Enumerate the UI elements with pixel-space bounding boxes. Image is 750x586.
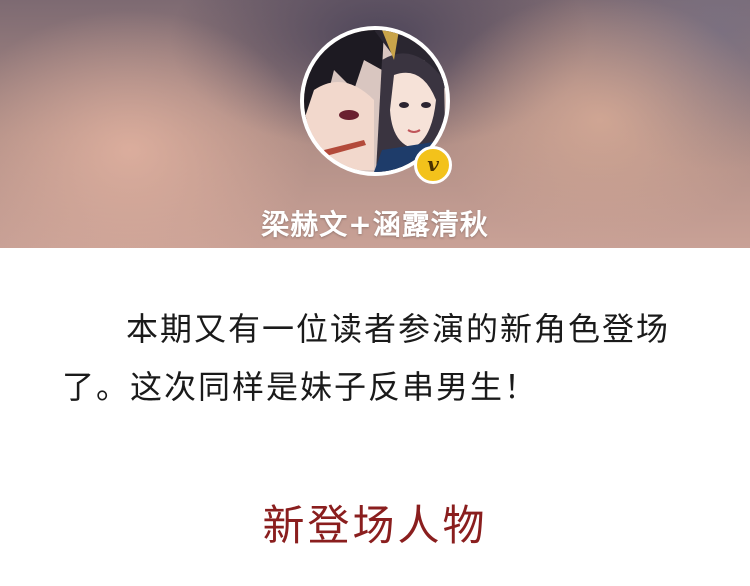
section-title: 新登场人物 xyxy=(262,501,488,550)
page: v 梁赫文+涵露清秋 本期又有一位读者参演的新角色登场了。这次同样是妹子反串男生… xyxy=(0,0,750,586)
intro-paragraph: 本期又有一位读者参演的新角色登场了。这次同样是妹子反串男生！ xyxy=(62,310,671,406)
verified-v-badge-icon: v xyxy=(414,146,452,184)
author-avatar-container[interactable]: v xyxy=(300,26,458,184)
author-name[interactable]: 梁赫文+涵露清秋 xyxy=(0,203,750,243)
header-banner: v 梁赫文+涵露清秋 xyxy=(0,0,750,248)
